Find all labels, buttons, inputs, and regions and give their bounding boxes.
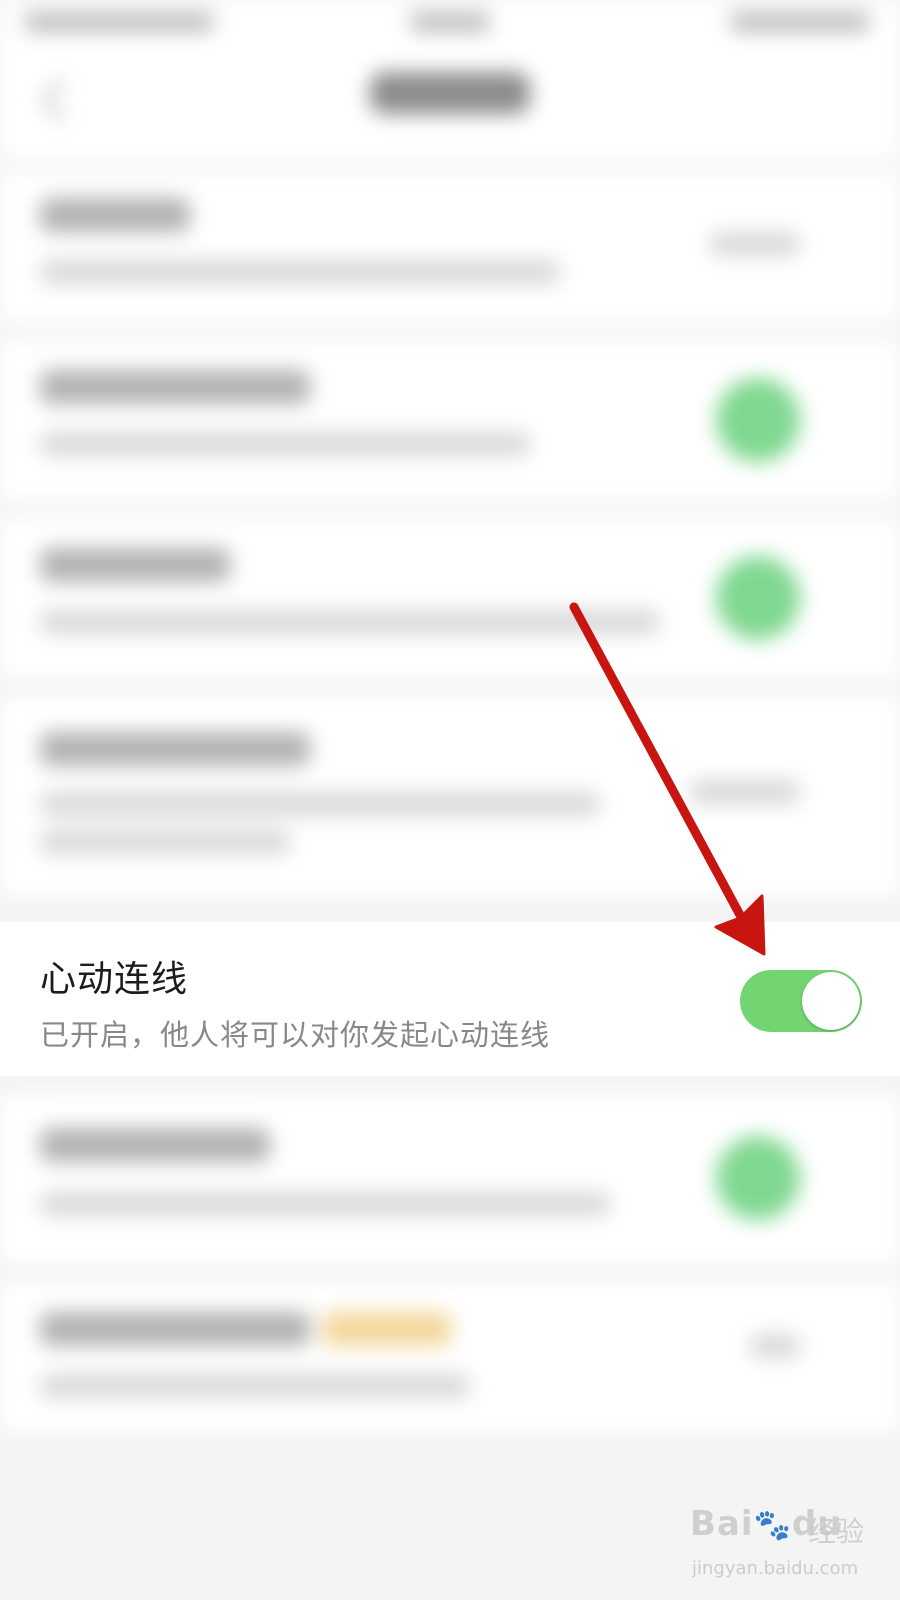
toggle-knob[interactable]	[802, 972, 860, 1030]
baidu-jingyan-watermark: Bai🐾du 经验 jingyan.baidu.com	[690, 1500, 890, 1590]
settings-row[interactable]	[0, 696, 900, 896]
toggle-switch[interactable]	[716, 1136, 800, 1220]
watermark-url: jingyan.baidu.com	[692, 1558, 859, 1579]
status-bar	[0, 0, 900, 48]
settings-row[interactable]	[0, 1094, 900, 1264]
back-icon[interactable]	[39, 77, 85, 123]
heartbeat-connection-title: 心动连线	[40, 959, 189, 1000]
heartbeat-connection-description: 已开启，他人将可以对你发起心动连线	[40, 1018, 551, 1052]
heartbeat-connection-toggle[interactable]	[740, 970, 862, 1032]
settings-screen: 心动连线 已开启，他人将可以对你发起心动连线 Bai🐾du 经验 jingyan…	[0, 0, 900, 1600]
status-badge	[322, 1312, 452, 1346]
settings-row[interactable]	[0, 340, 900, 500]
toggle-switch[interactable]	[716, 378, 800, 462]
nav-bar	[0, 48, 900, 158]
toggle-switch[interactable]	[716, 556, 800, 640]
settings-row[interactable]	[0, 518, 900, 678]
settings-row[interactable]	[0, 1282, 900, 1432]
blurred-background	[0, 0, 900, 1440]
settings-row[interactable]	[0, 172, 900, 322]
watermark-product: 经验	[808, 1515, 865, 1548]
heartbeat-connection-row[interactable]: 心动连线 已开启，他人将可以对你发起心动连线	[0, 922, 900, 1076]
page-title	[370, 72, 530, 114]
